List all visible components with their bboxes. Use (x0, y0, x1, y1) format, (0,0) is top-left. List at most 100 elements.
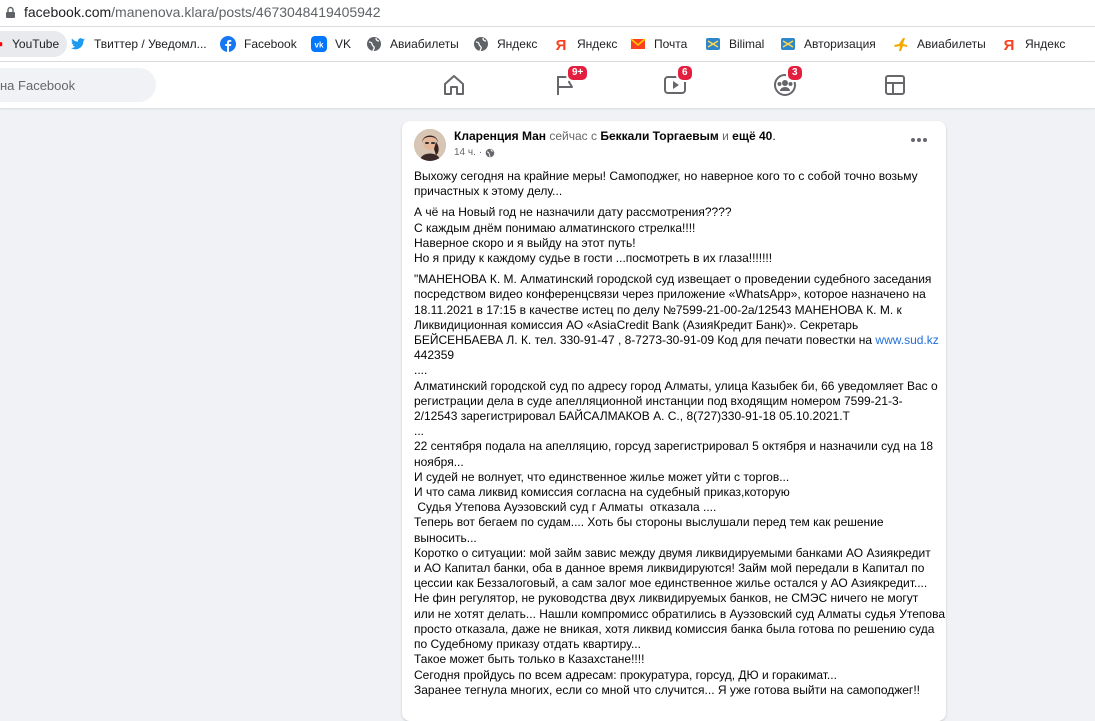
search-placeholder: на Facebook (0, 78, 76, 93)
bookmark-label: Яндекс (1025, 37, 1066, 51)
vk-icon: vk (311, 36, 327, 52)
paragraph: А чё на Новый год не назначили дату расс… (414, 205, 936, 266)
bookmark-pochta[interactable]: Почта (630, 33, 687, 55)
bookmark-label: Яндекс (577, 37, 618, 51)
text-line: Сегодня пройдусь по всем адресам: прокур… (414, 667, 837, 682)
bookmark-label: Яндекс (497, 37, 538, 51)
text-line: цессии как Беззалоговый, а сам залог мое… (414, 576, 928, 591)
notification-badge: 6 (676, 64, 694, 82)
profile-photo (414, 129, 446, 161)
bilimal-icon (781, 38, 795, 50)
url-text[interactable]: facebook.com/manenova.klara/posts/467304… (24, 4, 381, 20)
text-line: и АО Капитал банки, оба в данное время л… (414, 561, 925, 576)
bookmark-label: Facebook (244, 37, 297, 51)
globe-icon (367, 37, 381, 52)
sud-link[interactable]: www.sud.kz (875, 333, 938, 347)
tagged-others-text: ещё 40 (732, 129, 773, 143)
yandex-icon: Я (556, 37, 567, 52)
nav-home[interactable] (441, 72, 467, 98)
secretary-text: БЕЙСЕНБАЕВА Л. К. тел. 330-91-47 , 8-727… (414, 333, 873, 348)
bookmark-aviabilety-2[interactable]: Авиабилеты (893, 33, 986, 55)
text-line: И что сама ликвид комиссия согласна на с… (414, 485, 790, 500)
tagged-person[interactable]: Беккали Торгаевым (600, 129, 718, 143)
search-input[interactable]: на Facebook (0, 68, 156, 102)
paragraph: Выхожу сегодня на крайние меры! Самоподж… (414, 169, 936, 199)
facebook-header: на Facebook 9+ 6 3 (0, 62, 1095, 108)
header-period: . (772, 129, 776, 143)
bookmark-label: Почта (654, 37, 688, 51)
nav-watch[interactable]: 6 (662, 64, 694, 98)
bookmark-facebook[interactable]: Facebook (220, 33, 297, 55)
address-bar[interactable]: facebook.com/manenova.klara/posts/467304… (0, 0, 1095, 27)
svg-text:Я: Я (556, 37, 567, 52)
text-line: Такое может быть только в Казахстане!!!! (414, 652, 645, 667)
text-line: регистрации дела в суде апелляционной ин… (414, 393, 903, 408)
bookmark-label: Авиабилеты (390, 37, 459, 51)
bookmark-avtorizatsiya[interactable]: Авторизация (780, 33, 876, 55)
text-line: А чё на Новый год не назначили дату расс… (414, 205, 732, 220)
author-name[interactable]: Кларенция Ман (454, 129, 546, 143)
text-line: Наверное скоро и я выйду на этот путь! (414, 235, 636, 250)
text-line: Коротко о ситуации: мой займ завис между… (414, 545, 931, 560)
svg-text:Я: Я (1004, 37, 1015, 52)
text-line: Ликвидиционная комиссия АО «AsiaCredit B… (414, 317, 859, 332)
bookmark-label: Авторизация (804, 37, 876, 51)
text-line: Алматинский городской суд по адресу горо… (414, 378, 938, 393)
avatar[interactable] (414, 129, 446, 161)
bookmark-twitter[interactable]: Твиттер / Уведомл... (70, 33, 207, 55)
bookmark-youtube[interactable]: YouTube (0, 31, 68, 57)
tagged-others[interactable]: ещё 40 (732, 129, 772, 143)
post-card: Кларенция Ман сейчас с Беккали Торгаевым… (402, 121, 946, 721)
svg-text:vk: vk (315, 41, 324, 50)
url-host: facebook.com (24, 4, 112, 20)
lock-icon[interactable] (4, 6, 17, 19)
bookmarks-bar: YouTube Твиттер / Уведомл... Facebook vk… (0, 27, 1095, 62)
bookmark-yandex-1[interactable]: Яндекс (473, 33, 537, 55)
globe-icon (485, 148, 495, 157)
text-line: Выхожу сегодня на крайние меры! Самоподж… (414, 169, 918, 183)
facebook-icon (220, 36, 236, 52)
bookmark-label: YouTube (12, 37, 60, 51)
text-line: Но я приду к каждому судье в гости ...по… (414, 251, 773, 266)
bookmark-label: VK (335, 37, 352, 51)
text-line: по Судебному приказу отдать квартиру... (414, 637, 641, 652)
nav-groups[interactable]: 3 (772, 64, 804, 98)
youtube-icon (0, 42, 3, 47)
yandex-icon: Я (1004, 37, 1015, 52)
twitter-icon (71, 38, 85, 50)
text-line: выносить... (414, 530, 477, 545)
url-path: /manenova.klara/posts/4673048419405942 (111, 4, 381, 20)
text-line: 18.11.2021 в 17:15 в качестве истец по д… (414, 302, 902, 317)
paragraph: "МАНЕНОВА К. М. Алматинский городской су… (414, 272, 946, 698)
meta-dot: · (478, 147, 483, 158)
globe-icon (474, 37, 488, 52)
bilimal-icon (706, 38, 720, 50)
nav-pages[interactable]: 9+ (552, 64, 590, 98)
bookmark-label: Авиабилеты (917, 37, 986, 51)
header-connector: и (722, 129, 729, 143)
post-time[interactable]: 14 ч. (454, 147, 476, 158)
text-line: С каждым днём понимаю алматинского стрел… (414, 220, 696, 235)
header-connector: сейчас с (549, 129, 598, 143)
more-options-icon[interactable] (910, 137, 928, 143)
home-icon (444, 75, 464, 95)
bookmark-yandex-2[interactable]: Я Яндекс (553, 33, 618, 55)
text-line: или не хотят делать... Нашли компромисс … (414, 606, 946, 621)
text-line: 22 сентября подала на апелляцию, горсуд … (414, 439, 934, 454)
text-line: Судья Утепова Ауэзовский суд г Алматы от… (414, 500, 717, 515)
text-line: просто отказала, даже не вникая, хотя ли… (414, 621, 935, 636)
bookmark-bilimal[interactable]: Bilimal (705, 33, 764, 55)
mail-icon (630, 38, 646, 49)
notification-badge: 9+ (566, 64, 590, 82)
post-body: Выхожу сегодня на крайние меры! Самоподж… (414, 169, 946, 704)
bookmark-yandex-3[interactable]: Я Яндекс (1001, 33, 1066, 55)
plane-icon (894, 38, 907, 51)
post-meta: 14 ч. · (454, 147, 495, 158)
bookmark-aviabilety[interactable]: Авиабилеты (366, 33, 459, 55)
text-line: И судей не волнует, что единственное жил… (414, 469, 790, 484)
nav-gaming[interactable] (882, 72, 908, 98)
post-header: Кларенция Ман сейчас с Беккали Торгаевым… (454, 129, 776, 143)
bookmark-vk[interactable]: vk VK (311, 33, 351, 55)
text-line: причастных к этому делу... (414, 184, 563, 199)
notification-badge: 3 (786, 64, 804, 82)
